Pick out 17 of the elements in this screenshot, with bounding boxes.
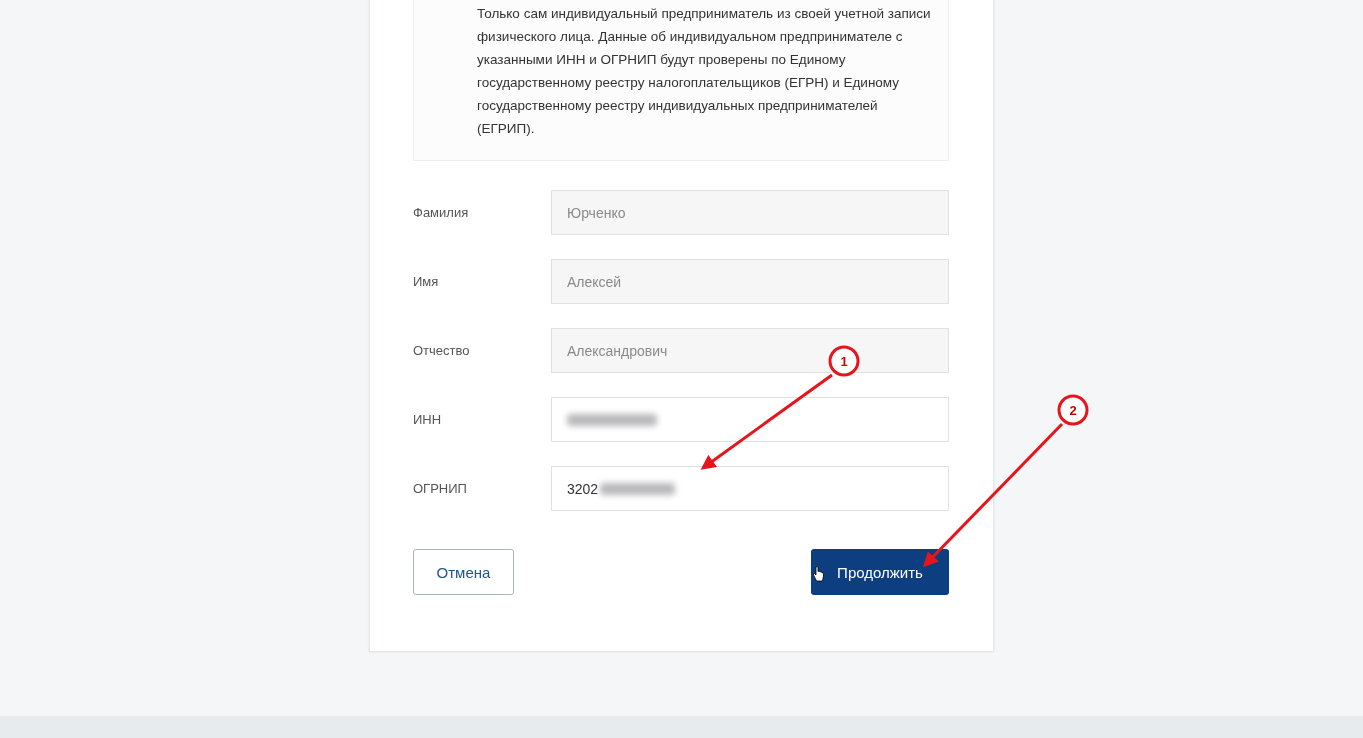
callout-badge: 1 [828,345,860,377]
hand-cursor-icon [812,566,824,582]
input-field[interactable] [551,397,949,442]
field-label: Фамилия [413,205,470,220]
callout-badge: 2 [1057,394,1089,426]
input-field[interactable]: 3202 [551,466,949,511]
field-value: 3202 [567,480,599,497]
field-label: Отчество [413,343,471,358]
continue-button[interactable]: Продолжить [811,549,949,595]
field-label: ОГРНИП [413,481,468,496]
field-value: Александрович [567,342,668,359]
cancel-button[interactable]: Отмена [413,549,514,595]
field-value: Юрченко [567,204,626,221]
notice-text: Только сам индивидуальный предприниматель из своей учетной записи физического лица. Данные об индивидуальном предпринимателе с указанными ИНН и ОГРНИП будут проверены по Единому государственному реестру налогоплательщиков (ЕГРН) и Единому государственному реестру индивидуальных предпринимателей (ЕГРИП). [477,5,932,138]
field-value: Алексей [567,273,622,290]
field-label: ИНН [413,412,443,427]
field-label: Имя [413,274,440,289]
